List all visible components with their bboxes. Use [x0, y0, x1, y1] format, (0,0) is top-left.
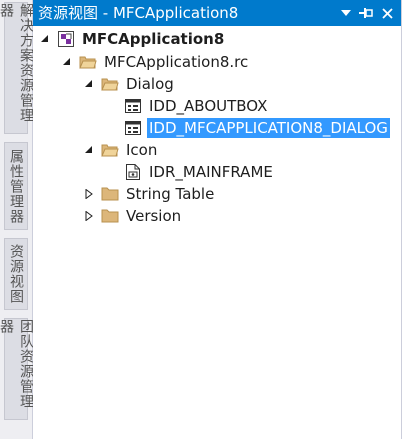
tree-node-label: IDR_MAINFRAME: [149, 163, 273, 181]
tree-node-label: Dialog: [126, 75, 174, 93]
expanded-arrow-icon[interactable]: [61, 56, 73, 68]
tree-node-label: String Table: [126, 185, 215, 203]
expanded-arrow-icon[interactable]: [83, 144, 95, 156]
auto-hide-pin-button[interactable]: [357, 4, 375, 22]
side-tab-solution-explorer[interactable]: 解决方案资源管理器: [0, 2, 34, 134]
tree-node-label: Icon: [126, 141, 158, 159]
close-button[interactable]: [378, 4, 396, 22]
side-tab-label: 团队资源管理器: [0, 319, 34, 409]
resource-view-panel: 资源视图 - MFCApplication8 MFCApplication8 M…: [33, 0, 402, 439]
tree-node-rc-file[interactable]: MFCApplication8.rc: [61, 51, 250, 73]
tree-node-icon-folder[interactable]: Icon: [83, 139, 159, 161]
side-tab-label: 资源视图: [8, 244, 24, 304]
dialog-icon: [124, 119, 142, 137]
folder-open-icon: [101, 75, 119, 93]
folder-open-icon: [79, 53, 97, 71]
tree-node-label: IDD_MFCAPPLICATION8_DIALOG: [147, 118, 390, 138]
tree-node-project[interactable]: MFCApplication8: [39, 28, 226, 50]
folder-open-icon: [101, 141, 119, 159]
project-icon: [57, 30, 75, 48]
tree-node-string-table[interactable]: String Table: [83, 183, 216, 205]
collapsed-arrow-icon[interactable]: [83, 210, 95, 222]
side-tab-property-manager[interactable]: 属性管理器: [4, 142, 28, 230]
tree-node-label: IDD_ABOUTBOX: [149, 97, 268, 115]
folder-closed-icon: [101, 207, 119, 225]
expanded-arrow-icon[interactable]: [83, 78, 95, 90]
chevron-down-icon: [341, 10, 351, 16]
tree-node-dialog-item-selected[interactable]: IDD_MFCAPPLICATION8_DIALOG: [124, 117, 390, 139]
window-position-dropdown-button[interactable]: [337, 4, 355, 22]
icon-resource-icon: [124, 163, 142, 181]
tree-node-label: Version: [126, 207, 182, 225]
tree-node-label: MFCApplication8.rc: [104, 53, 249, 71]
tree-node-label: MFCApplication8: [82, 30, 225, 48]
close-icon: [381, 7, 393, 19]
expanded-arrow-icon[interactable]: [39, 33, 51, 45]
panel-title: 资源视图 - MFCApplication8: [38, 4, 239, 22]
side-tab-team-explorer[interactable]: 团队资源管理器: [0, 318, 34, 420]
side-tab-resource-view[interactable]: 资源视图: [4, 238, 28, 310]
tree-node-version[interactable]: Version: [83, 205, 183, 227]
tree-node-icon-item[interactable]: IDR_MAINFRAME: [124, 161, 275, 183]
panel-title-bar: 资源视图 - MFCApplication8: [33, 0, 401, 26]
collapsed-arrow-icon[interactable]: [83, 188, 95, 200]
pin-icon: [359, 8, 373, 18]
tree-node-dialog-item[interactable]: IDD_ABOUTBOX: [124, 95, 269, 117]
side-tab-strip: 解决方案资源管理器 属性管理器 资源视图 团队资源管理器: [0, 0, 34, 439]
side-tab-label: 解决方案资源管理器: [0, 3, 34, 123]
side-tab-label: 属性管理器: [8, 148, 24, 224]
tree-node-dialog-folder[interactable]: Dialog: [83, 73, 176, 95]
folder-closed-icon: [101, 185, 119, 203]
dialog-icon: [124, 97, 142, 115]
